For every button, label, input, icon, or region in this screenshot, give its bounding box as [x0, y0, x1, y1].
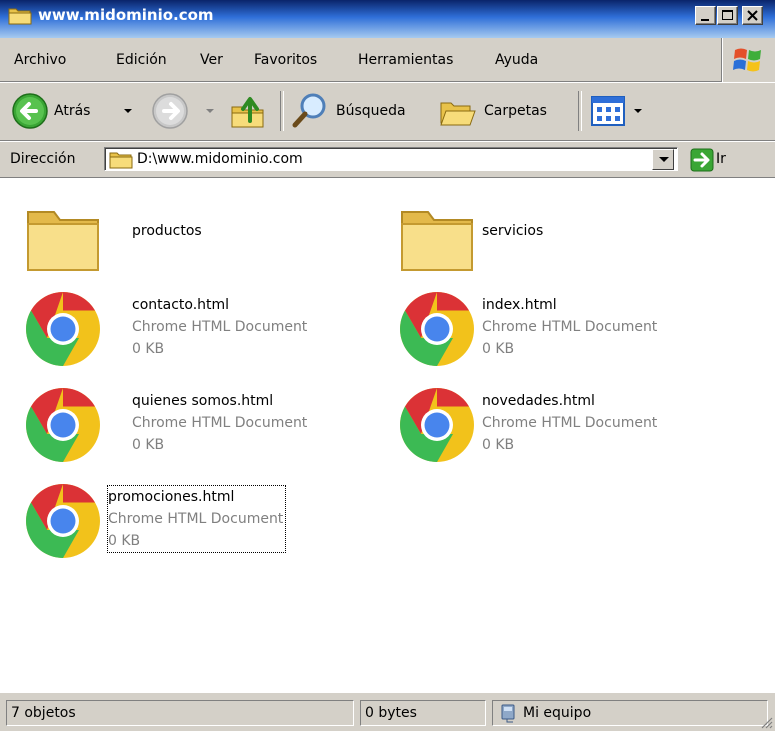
maximize-icon — [722, 10, 733, 20]
windows-logo — [722, 38, 775, 82]
go-arrow-icon — [690, 148, 714, 172]
folders-icon — [440, 102, 476, 126]
search-button[interactable]: Búsqueda — [290, 91, 422, 131]
status-bar: 7 objetos 0 bytes Mi equipo — [0, 692, 775, 731]
folder-icon — [27, 211, 99, 271]
status-location-label: Mi equipo — [523, 705, 592, 721]
file-type: Chrome HTML Document — [108, 511, 284, 527]
file-type: Chrome HTML Document — [132, 415, 308, 431]
file-name: contacto.html — [132, 297, 230, 313]
chevron-down-icon — [659, 157, 669, 162]
file-type: Chrome HTML Document — [132, 319, 308, 335]
status-size: 0 bytes — [360, 700, 486, 726]
back-button[interactable]: Atrás — [10, 91, 146, 131]
file-size: 0 KB — [132, 341, 165, 357]
file-name: servicios — [482, 223, 544, 239]
folder-icon — [8, 5, 32, 25]
search-label: Búsqueda — [336, 103, 406, 119]
folder-icon — [401, 211, 473, 271]
file-item-promociones[interactable]: promociones.html Chrome HTML Document 0 … — [24, 482, 354, 568]
forward-button[interactable] — [150, 91, 216, 131]
window-title: www.midominio.com — [38, 6, 214, 24]
menu-ayuda[interactable]: Ayuda — [495, 52, 538, 68]
forward-arrow-icon — [152, 93, 188, 129]
back-arrow-icon — [12, 93, 48, 129]
file-name: promociones.html — [108, 489, 235, 505]
menu-ver[interactable]: Ver — [200, 52, 223, 68]
views-button[interactable] — [588, 91, 648, 131]
back-dropdown-icon[interactable] — [124, 109, 132, 113]
chrome-icon — [26, 484, 100, 558]
file-item-quienes-somos[interactable]: quienes somos.html Chrome HTML Document … — [24, 386, 354, 472]
folder-item-servicios[interactable]: servicios — [398, 200, 728, 286]
back-label: Atrás — [54, 103, 91, 119]
file-name: productos — [132, 223, 202, 239]
address-label: Dirección — [10, 151, 76, 167]
file-name: novedades.html — [482, 393, 595, 409]
chrome-icon — [400, 388, 474, 462]
close-icon — [747, 10, 758, 21]
chrome-icon — [26, 292, 100, 366]
status-objects: 7 objetos — [6, 700, 354, 726]
file-list-view[interactable]: productos servicios contacto.html Chrome… — [0, 178, 775, 692]
up-folder-button[interactable] — [228, 91, 272, 131]
status-location: Mi equipo — [492, 700, 768, 726]
minimize-icon — [701, 19, 709, 21]
standard-toolbar: Atrás Búsqueda Carpetas — [0, 83, 775, 141]
folders-button[interactable]: Carpetas — [438, 91, 570, 131]
toolbar-separator — [578, 91, 582, 131]
views-icon — [591, 96, 625, 126]
menu-herramientas[interactable]: Herramientas — [358, 52, 453, 68]
search-magnifier-icon — [292, 93, 326, 128]
file-size: 0 KB — [108, 533, 141, 549]
file-name: quienes somos.html — [132, 393, 274, 409]
my-computer-icon — [501, 704, 515, 723]
toolbar-separator — [280, 91, 284, 131]
close-button[interactable] — [742, 6, 763, 25]
file-item-contacto[interactable]: contacto.html Chrome HTML Document 0 KB — [24, 290, 354, 376]
chrome-icon — [26, 388, 100, 462]
folder-item-productos[interactable]: productos — [24, 200, 354, 286]
go-label: Ir — [716, 151, 726, 167]
folders-label: Carpetas — [484, 103, 547, 119]
minimize-button[interactable] — [695, 6, 716, 25]
menu-bar: Archivo Edición Ver Favoritos Herramient… — [0, 38, 775, 82]
address-bar: Dirección D:\www.midominio.com Ir — [0, 142, 775, 178]
address-dropdown-button[interactable] — [652, 149, 674, 170]
file-type: Chrome HTML Document — [482, 415, 658, 431]
file-type: Chrome HTML Document — [482, 319, 658, 335]
file-size: 0 KB — [132, 437, 165, 453]
menu-archivo[interactable]: Archivo — [14, 52, 66, 68]
file-item-index[interactable]: index.html Chrome HTML Document 0 KB — [398, 290, 728, 376]
maximize-button[interactable] — [717, 6, 738, 25]
folder-icon — [109, 152, 133, 169]
address-input[interactable]: D:\www.midominio.com — [104, 147, 678, 171]
title-bar[interactable]: www.midominio.com — [0, 0, 775, 38]
menu-favoritos[interactable]: Favoritos — [254, 52, 317, 68]
file-size: 0 KB — [482, 437, 515, 453]
go-button[interactable]: Ir — [690, 148, 750, 172]
file-size: 0 KB — [482, 341, 515, 357]
forward-dropdown-icon[interactable] — [206, 109, 214, 113]
chrome-icon — [400, 292, 474, 366]
file-item-novedades[interactable]: novedades.html Chrome HTML Document 0 KB — [398, 386, 728, 472]
windows-flag-icon — [733, 48, 761, 72]
menu-edicion[interactable]: Edición — [116, 52, 167, 68]
views-dropdown-icon[interactable] — [634, 109, 642, 113]
up-folder-icon — [231, 97, 264, 128]
file-name: index.html — [482, 297, 557, 313]
address-value: D:\www.midominio.com — [137, 151, 303, 167]
resize-grip-icon[interactable] — [759, 715, 773, 729]
